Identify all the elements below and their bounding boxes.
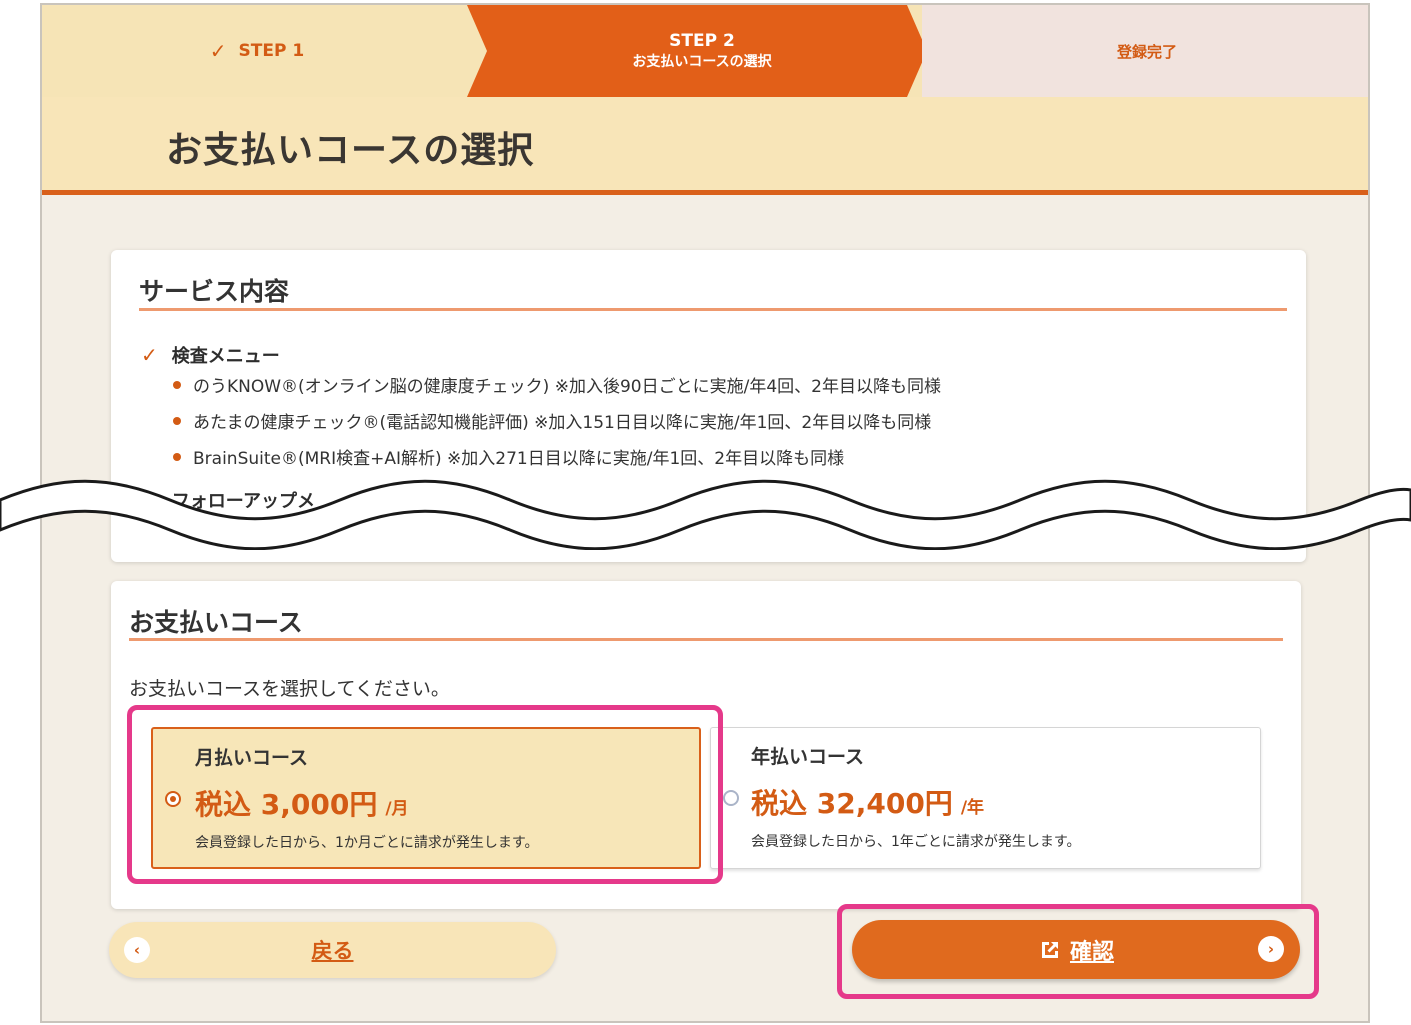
back-button-label: 戻る — [311, 939, 354, 963]
radio-unselected-icon[interactable] — [723, 790, 739, 806]
payment-instruction: お支払いコースを選択してください。 — [129, 678, 450, 700]
list-item-text: BrainSuite®(MRI検査+AI解析) ※加入271日目以降に実施/年1… — [193, 449, 845, 469]
course-name: 年払いコース — [751, 746, 865, 768]
bullet-icon — [173, 416, 181, 425]
menu-title: 検査メニュー — [171, 346, 280, 367]
list-item-text: のうKNOW®(オンライン脳の健康度チェック) ※加入後90日ごとに実施/年4回… — [193, 377, 941, 397]
service-heading-underline — [139, 308, 1287, 311]
check-icon: ✓ — [141, 343, 158, 367]
page-header: お支払いコースの選択 — [42, 97, 1368, 195]
list-item: のうKNOW®(オンライン脳の健康度チェック) ※加入後90日ごとに実施/年4回… — [173, 372, 941, 397]
step-2-sublabel: お支払いコースの選択 — [632, 54, 772, 70]
page-title: お支払いコースの選択 — [166, 130, 535, 171]
step-2-current: STEP 2 お支払いコースの選択 — [472, 5, 932, 97]
step-indicator: ✓ STEP 1 STEP 2 お支払いコースの選択 登録完了 — [42, 5, 1368, 97]
back-button[interactable]: ‹ 戻る — [109, 922, 556, 978]
payment-heading: お支払いコース — [129, 608, 303, 637]
payment-heading-underline — [129, 638, 1283, 641]
step-3: 登録完了 — [932, 5, 1362, 97]
bullet-icon — [173, 380, 181, 389]
list-item-text: あたまの健康チェック®(電話認知機能評価) ※加入151日目以降に実施/年1回、… — [193, 413, 932, 433]
wavy-break-marker — [0, 479, 1411, 550]
step-3-label: 登録完了 — [1116, 42, 1177, 61]
service-heading: サービス内容 — [139, 277, 290, 306]
highlight-box-confirm — [837, 904, 1319, 999]
price-unit: /年 — [960, 798, 985, 818]
step-1-label: STEP 1 — [238, 41, 305, 61]
yearly-course-option[interactable]: 年払いコース 税込 32,400円 /年 会員登録した日から、1年ごとに請求が発… — [710, 727, 1261, 869]
highlight-box-course — [127, 705, 723, 884]
check-icon: ✓ — [209, 39, 227, 63]
course-description: 会員登録した日から、1年ごとに請求が発生します。 — [751, 834, 1081, 850]
menu-heading: ✓ 検査メニュー — [141, 342, 280, 368]
course-price: 税込 32,400円 /年 — [751, 782, 984, 822]
list-item: あたまの健康チェック®(電話認知機能評価) ※加入151日目以降に実施/年1回、… — [173, 408, 931, 433]
step-1: ✓ STEP 1 — [42, 5, 472, 97]
bullet-icon — [173, 452, 181, 461]
list-item: BrainSuite®(MRI検査+AI解析) ※加入271日目以降に実施/年1… — [173, 444, 844, 469]
step-2-label: STEP 2 — [669, 31, 735, 51]
price-amount: 税込 32,400円 — [751, 787, 953, 820]
